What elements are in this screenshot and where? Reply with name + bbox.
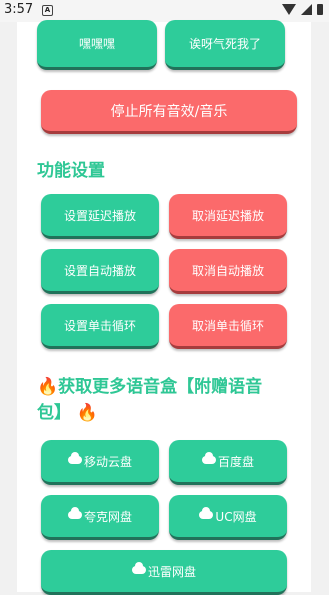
set-delay-button[interactable]: 设置延迟播放 (41, 194, 159, 239)
baidu-pan-button[interactable]: 百度盘 (169, 440, 287, 485)
notification-icon: A (42, 5, 53, 16)
download-heading: 🔥获取更多语音盒【附赠语音 包】 🔥 (37, 374, 297, 426)
cancel-auto-button[interactable]: 取消自动播放 (169, 249, 287, 294)
sound-button-heiheihei[interactable]: 嘿嘿嘿 (37, 20, 157, 70)
quark-pan-button[interactable]: 夸克网盘 (41, 495, 159, 540)
download-heading-line2: 包】 (37, 403, 71, 423)
stop-all-button[interactable]: 停止所有音效/音乐 (41, 90, 297, 134)
content-card: 嘿嘿嘿 诶呀气死我了 停止所有音效/音乐 功能设置 设置延迟播放 取消延迟播放 … (17, 20, 311, 595)
sound-button-aiya[interactable]: 诶呀气死我了 (165, 20, 285, 70)
uc-pan-button[interactable]: UC网盘 (169, 495, 287, 540)
cancel-delay-button[interactable]: 取消延迟播放 (169, 194, 287, 239)
settings-heading: 功能设置 (37, 161, 105, 181)
battery-icon (317, 4, 323, 15)
set-loop-button[interactable]: 设置单击循环 (41, 304, 159, 349)
xunlei-pan-button[interactable]: 迅雷网盘 (41, 550, 287, 595)
cloud-icon (67, 507, 82, 519)
status-time: 3:57 (4, 2, 34, 17)
wifi-icon (282, 4, 296, 15)
fire-icon: 🔥 (37, 377, 59, 397)
fire-icon: 🔥 (76, 403, 99, 423)
set-auto-button[interactable]: 设置自动播放 (41, 249, 159, 294)
cloud-icon (199, 507, 214, 519)
cloud-icon (67, 452, 82, 464)
signal-icon (301, 4, 312, 15)
status-icons (282, 4, 323, 15)
cloud-icon (201, 452, 216, 464)
status-bar: 3:57 A (0, 0, 329, 22)
download-heading-line1: 获取更多语音盒【附赠语音 (58, 377, 263, 397)
mobile-cloud-button[interactable]: 移动云盘 (41, 440, 159, 485)
cancel-loop-button[interactable]: 取消单击循环 (169, 304, 287, 349)
cloud-icon (131, 562, 146, 574)
